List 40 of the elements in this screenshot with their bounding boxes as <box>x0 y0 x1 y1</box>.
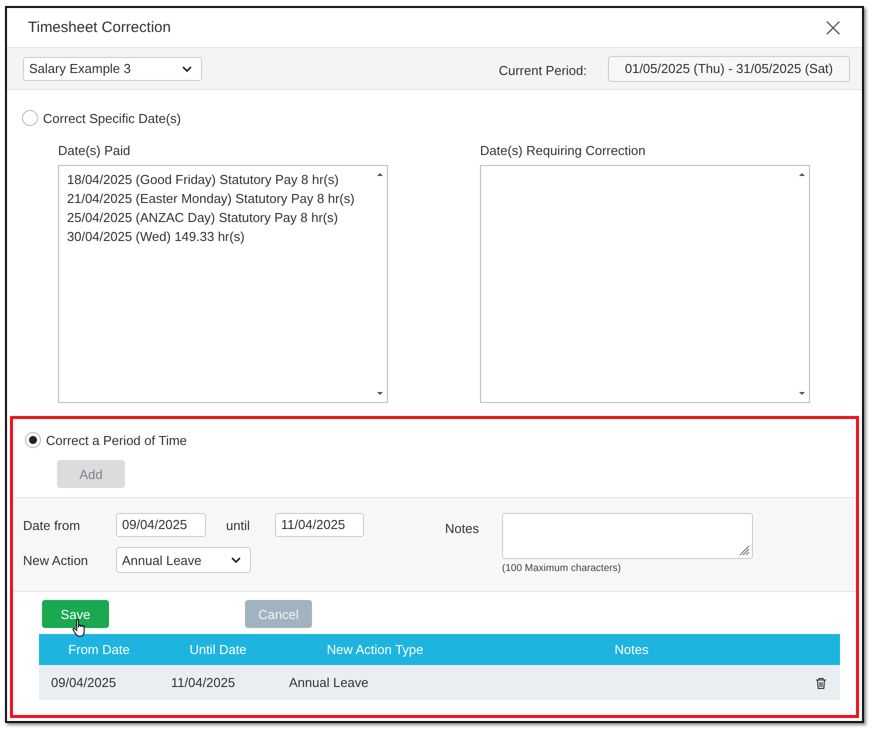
field-label: Date from <box>23 518 82 532</box>
list-item[interactable]: 25/04/2025 (ANZAC Day) Statutory Pay 8 hr(s) <box>67 208 373 227</box>
notes-field[interactable] <box>502 513 753 559</box>
scroll-up-icon <box>798 170 806 178</box>
field-label: New Action <box>23 552 90 568</box>
resize-grip-icon <box>738 544 750 556</box>
notes-hint: (100 Maximum characters) <box>502 563 622 574</box>
scroll-down-icon <box>798 390 806 398</box>
radio-button[interactable] <box>25 432 41 448</box>
radio-label: Correct Specific Date(s) <box>43 110 181 126</box>
date-from-field[interactable]: 09/04/2025 <box>116 513 206 537</box>
period-field: 01/05/2025 (Thu) - 31/05/2025 (Sat) <box>608 56 850 82</box>
dates-paid-list[interactable]: 18/04/2025 (Good Friday) Statutory Pay 8 hr(s) 21/04/2025 (Easter Monday) Statutory Pay 8 hr(s) 25/04/2025 (ANZAC Day) Statutory Pay 8 hr(s) 30/04/2025 (Wed) 149.33 hr(s) <box>58 165 388 403</box>
table-cell-text: 11/04/2025 <box>170 675 236 690</box>
list-item[interactable]: 30/04/2025 (Wed) 149.33 hr(s) <box>67 227 373 246</box>
period-label: Current Period: <box>498 63 587 78</box>
list-label: Date(s) Requiring Correction <box>480 143 646 158</box>
radio-label: Correct a Period of Time <box>46 432 187 448</box>
close-button[interactable]: × <box>818 14 848 40</box>
window-title: Timesheet Correction <box>28 19 172 36</box>
column-header: Until Date <box>188 642 248 657</box>
table-cell-text: 09/04/2025 <box>50 675 118 690</box>
hand-cursor-icon <box>72 618 86 637</box>
column-header: Notes <box>614 642 650 657</box>
trash-icon[interactable] <box>814 676 828 690</box>
field-label: Notes <box>445 521 480 538</box>
list-label: Date(s) Paid <box>58 143 132 158</box>
field-label: until <box>225 518 251 532</box>
column-header: New Action Type <box>326 642 424 657</box>
until-field[interactable]: 11/04/2025 <box>275 513 364 537</box>
correction-dates-list[interactable] <box>480 165 810 403</box>
list-item[interactable]: 21/04/2025 (Easter Monday) Statutory Pay 8 hr(s) <box>67 189 373 208</box>
table-cell-text: Annual Leave <box>288 675 370 690</box>
scroll-down-icon <box>376 390 384 398</box>
action-dropdown[interactable]: Annual Leave <box>116 547 251 573</box>
scroll-up-icon <box>376 170 384 178</box>
column-header: From Date <box>67 642 131 657</box>
radio-button[interactable] <box>22 110 38 126</box>
employee-dropdown[interactable]: Salary Example 3 <box>23 56 202 80</box>
list-item[interactable]: 18/04/2025 (Good Friday) Statutory Pay 8 hr(s) <box>67 170 373 189</box>
